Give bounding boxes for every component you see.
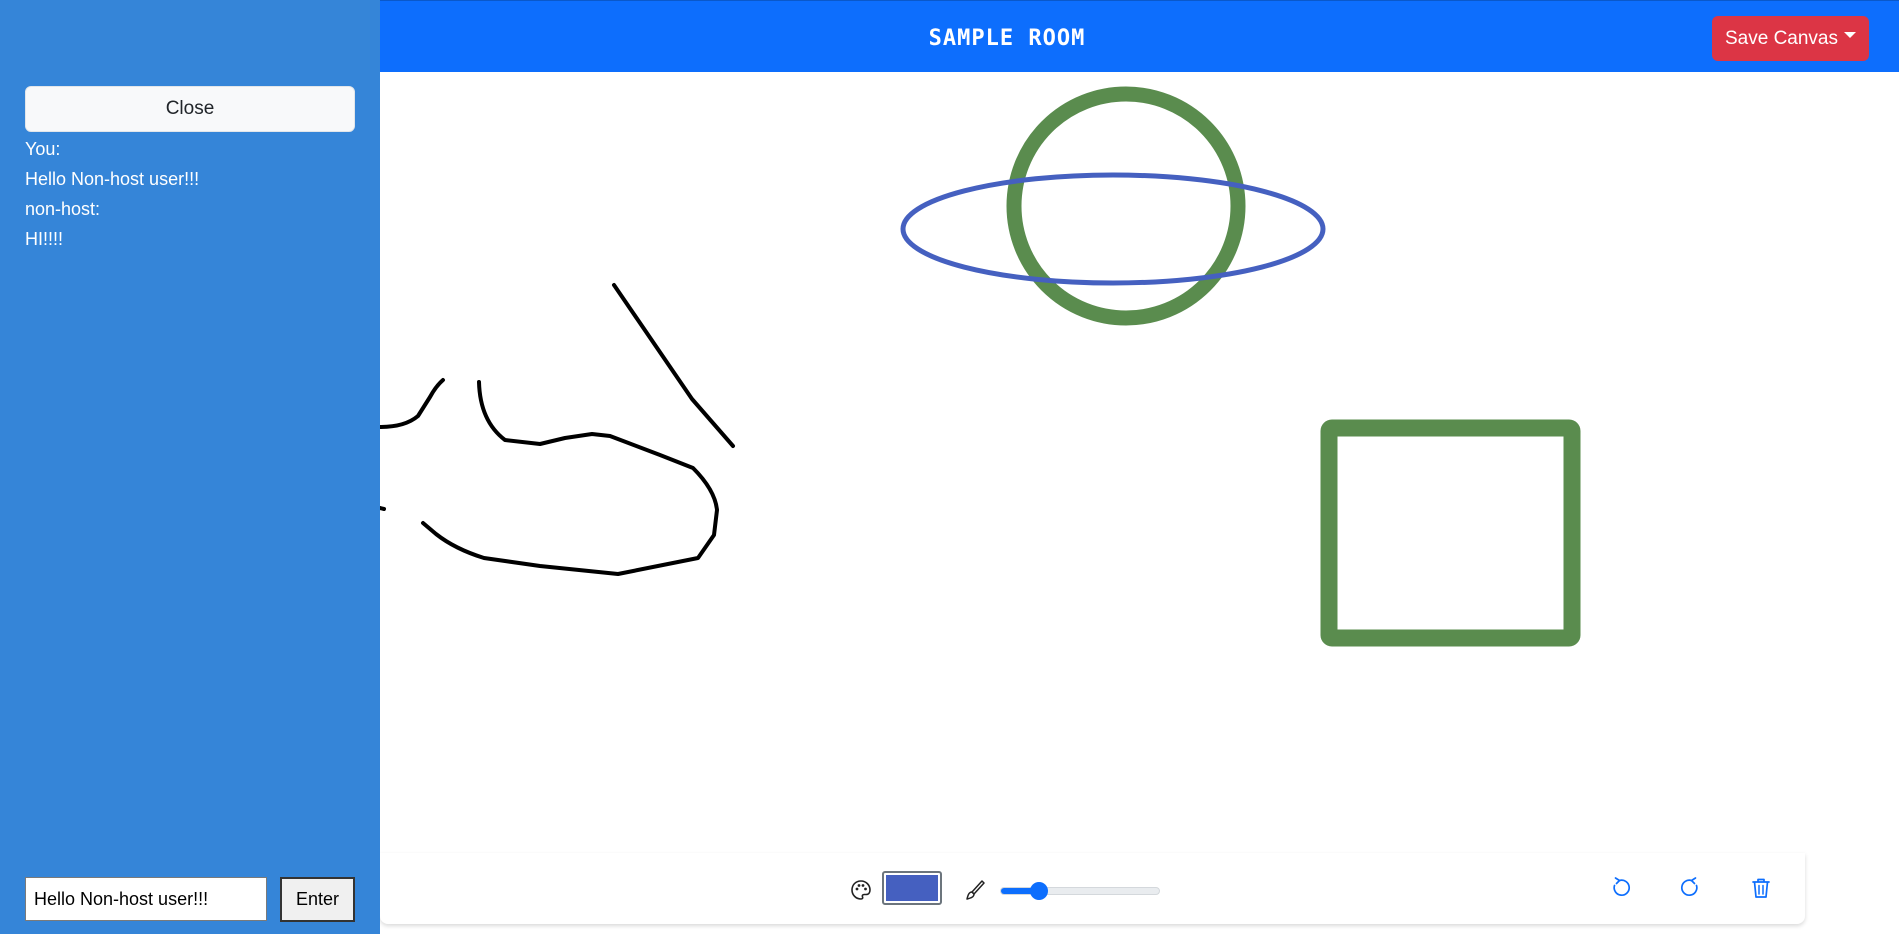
canvas-ellipse-shape — [900, 172, 1326, 286]
save-canvas-label: Save Canvas — [1724, 27, 1838, 49]
message-text: Hello Non-host user!!! — [25, 169, 200, 189]
brush-size-slider[interactable] — [1000, 882, 1160, 900]
trash-icon[interactable] — [1749, 876, 1773, 900]
palette-icon — [851, 880, 871, 900]
chat-messages: You: Hello Non-host user!!! non-host: HI… — [25, 138, 199, 258]
redo-icon[interactable] — [1679, 876, 1703, 900]
undo-icon[interactable] — [1608, 876, 1632, 900]
message-sender: non-host: — [25, 199, 101, 219]
brush-size-handle[interactable] — [1029, 882, 1048, 900]
selected-color-fill — [886, 875, 938, 901]
send-message-button[interactable]: Enter — [280, 877, 355, 922]
save-canvas-button[interactable]: Save Canvas — [1712, 16, 1869, 61]
canvas-rectangle-shape — [1320, 419, 1581, 647]
close-chat-button[interactable]: Close — [25, 86, 355, 132]
chat-sidebar: Close You: Hello Non-host user!!! non-ho… — [0, 0, 380, 934]
message-sender: You: — [25, 139, 61, 159]
caret-down-icon — [1844, 31, 1856, 38]
chat-message-input[interactable] — [25, 877, 267, 921]
canvas-freehand-strokes — [378, 283, 735, 576]
freehand-stroke-3 — [612, 283, 735, 448]
freehand-stroke-2 — [421, 380, 719, 576]
freehand-stroke-1 — [378, 378, 445, 429]
brush-icon — [966, 880, 985, 900]
freehand-stroke-4 — [378, 506, 386, 511]
message-text: HI!!!! — [25, 229, 64, 249]
drawing-toolbar — [380, 853, 1805, 924]
color-picker[interactable] — [882, 871, 942, 905]
